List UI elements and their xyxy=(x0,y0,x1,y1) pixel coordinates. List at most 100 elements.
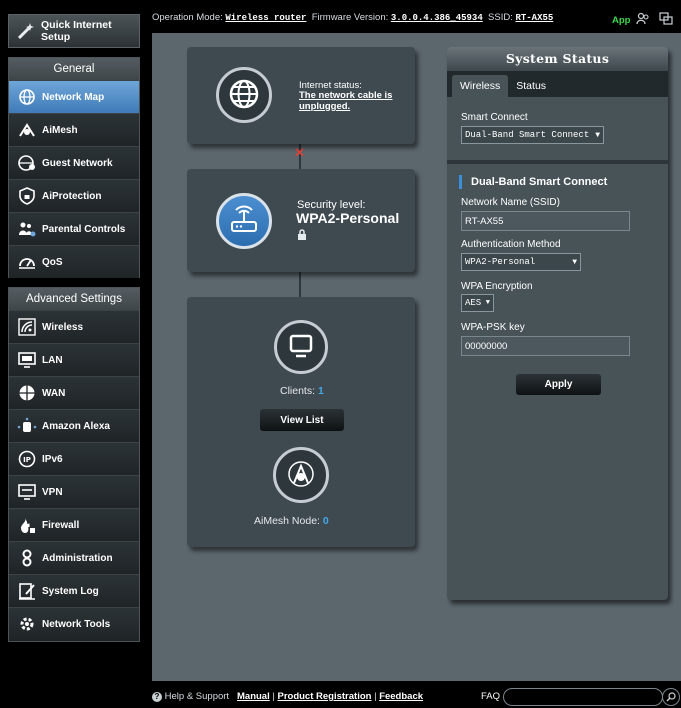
search-icon[interactable] xyxy=(662,688,680,706)
sidebar-item-wan[interactable]: WAN xyxy=(9,376,139,409)
feedback-link[interactable]: Feedback xyxy=(379,691,423,702)
wpa-psk-label: WPA-PSK key xyxy=(461,322,525,333)
globe-icon xyxy=(17,87,37,107)
svg-text:IP: IP xyxy=(23,456,31,464)
sidebar-item-label: Parental Controls xyxy=(42,223,126,235)
sidebar-item-label: Firewall xyxy=(42,519,80,531)
wpa-psk-field[interactable]: 00000000 xyxy=(461,336,630,356)
sidebar-item-parental-controls[interactable]: Parental Controls xyxy=(9,212,139,245)
sidebar-item-label: VPN xyxy=(42,486,63,498)
quick-internet-setup-button[interactable]: Quick Internet Setup xyxy=(8,14,140,48)
router-button[interactable] xyxy=(216,193,272,249)
clients-button[interactable] xyxy=(274,320,328,374)
manual-link[interactable]: Manual xyxy=(237,691,270,702)
advanced-header: Advanced Settings xyxy=(9,288,139,310)
sidebar-item-label: AiProtection xyxy=(42,190,102,202)
sidebar-item-label: IPv6 xyxy=(42,453,63,465)
apply-button[interactable]: Apply xyxy=(516,374,601,395)
sidebar-item-system-log[interactable]: System Log xyxy=(9,574,139,607)
shield-lock-icon xyxy=(17,186,37,206)
internet-globe-button[interactable] xyxy=(216,67,272,123)
firmware-label: Firmware Version: xyxy=(311,12,389,23)
internet-status-link[interactable]: The network cable is unplugged. xyxy=(299,90,409,112)
sidebar-item-label: LAN xyxy=(42,354,63,366)
disconnected-x-icon: ✕ xyxy=(294,145,305,160)
lock-icon xyxy=(297,229,307,244)
lan-monitor-icon xyxy=(17,350,37,370)
wpa-encryption-select[interactable]: AES ▼ xyxy=(461,294,494,312)
auth-method-select[interactable]: WPA2-Personal ▼ xyxy=(461,253,581,271)
sidebar-item-label: Guest Network xyxy=(42,157,113,169)
connector-line xyxy=(299,272,301,297)
section-title: Dual-Band Smart Connect xyxy=(471,176,608,188)
sidebar-item-label: AiMesh xyxy=(42,124,78,136)
smart-connect-value: Dual-Band Smart Connect xyxy=(465,130,590,140)
sidebar-item-aiprotection[interactable]: AiProtection xyxy=(9,179,139,212)
windows-icon[interactable] xyxy=(659,12,673,29)
guest-globe-icon xyxy=(17,153,37,173)
alexa-icon xyxy=(17,416,37,436)
sidebar-item-label: Administration xyxy=(42,552,113,564)
tab-wireless[interactable]: Wireless xyxy=(452,75,509,97)
sidebar-item-amazon-alexa[interactable]: Amazon Alexa xyxy=(9,409,139,442)
section-accent-bar xyxy=(459,175,462,189)
chevron-down-icon: ▼ xyxy=(595,130,600,140)
sidebar-item-label: Network Map xyxy=(42,91,105,103)
ssid-link[interactable]: RT-AX55 xyxy=(515,13,553,23)
flame-icon xyxy=(17,515,37,535)
sidebar-item-label: QoS xyxy=(42,256,63,268)
globe-icon xyxy=(228,78,260,113)
ssid-field[interactable]: RT-AX55 xyxy=(461,211,630,231)
sidebar-item-network-tools[interactable]: Network Tools xyxy=(9,607,139,640)
op-mode-label: Operation Mode: xyxy=(152,12,223,23)
user-icon[interactable] xyxy=(636,12,650,29)
sidebar-item-vpn[interactable]: VPN xyxy=(9,475,139,508)
op-mode-link[interactable]: Wireless router xyxy=(225,13,306,23)
faq-search-input[interactable] xyxy=(503,688,663,706)
help-support-label: Help & Support xyxy=(164,691,230,702)
wan-globe-icon xyxy=(17,383,37,403)
monitor-icon xyxy=(287,332,315,363)
sidebar-item-qos[interactable]: QoS xyxy=(9,245,139,278)
system-status-title: System Status xyxy=(447,47,668,71)
sidebar-item-ipv6[interactable]: IP IPv6 xyxy=(9,442,139,475)
sidebar-item-aimesh[interactable]: AiMesh xyxy=(9,113,139,146)
sidebar-item-label: Amazon Alexa xyxy=(42,420,110,432)
aimesh-node-label: AiMesh Node: 0 xyxy=(254,515,329,527)
log-pencil-icon xyxy=(17,581,37,601)
smart-connect-select[interactable]: Dual-Band Smart Connect ▼ xyxy=(461,126,604,144)
sidebar-item-label: Network Tools xyxy=(42,618,111,630)
status-tabs: Wireless Status xyxy=(447,71,668,97)
auth-method-label: Authentication Method xyxy=(461,239,561,250)
sidebar-item-guest-network[interactable]: Guest Network xyxy=(9,146,139,179)
general-menu: General Network Map AiMesh Guest Network… xyxy=(8,57,140,278)
quick-internet-setup-label: Quick Internet Setup xyxy=(41,19,112,43)
wand-icon xyxy=(15,20,36,42)
sidebar-item-network-map[interactable]: Network Map xyxy=(9,80,139,113)
aimesh-node-button[interactable] xyxy=(273,447,329,503)
family-icon xyxy=(17,219,37,239)
wpa-encryption-label: WPA Encryption xyxy=(461,281,533,292)
ipv6-icon: IP xyxy=(17,449,37,469)
security-level-value: WPA2-Personal xyxy=(296,210,400,226)
sidebar-item-administration[interactable]: Administration xyxy=(9,541,139,574)
sidebar-item-label: WAN xyxy=(42,387,66,399)
sidebar-item-firewall[interactable]: Firewall xyxy=(9,508,139,541)
chevron-down-icon: ▼ xyxy=(485,299,490,307)
sidebar-item-wireless[interactable]: Wireless xyxy=(9,310,139,343)
tools-gear-icon xyxy=(17,614,37,634)
view-list-button[interactable]: View List xyxy=(260,409,344,431)
wpa-encryption-value: AES xyxy=(465,298,482,308)
system-status-panel: System Status Wireless Status Smart Conn… xyxy=(447,47,668,600)
faq-label: FAQ xyxy=(481,691,501,702)
aimesh-node-count[interactable]: 0 xyxy=(323,515,329,527)
tab-status[interactable]: Status xyxy=(508,75,554,97)
firmware-link[interactable]: 3.0.0.4.386_45934 xyxy=(391,13,483,23)
product-registration-link[interactable]: Product Registration xyxy=(277,691,371,702)
app-link[interactable]: App xyxy=(612,15,630,26)
vpn-icon xyxy=(17,482,37,502)
ssid-label: SSID: xyxy=(488,12,513,23)
sidebar-item-lan[interactable]: LAN xyxy=(9,343,139,376)
clients-count[interactable]: 1 xyxy=(318,385,324,397)
auth-method-value: WPA2-Personal xyxy=(465,257,536,267)
